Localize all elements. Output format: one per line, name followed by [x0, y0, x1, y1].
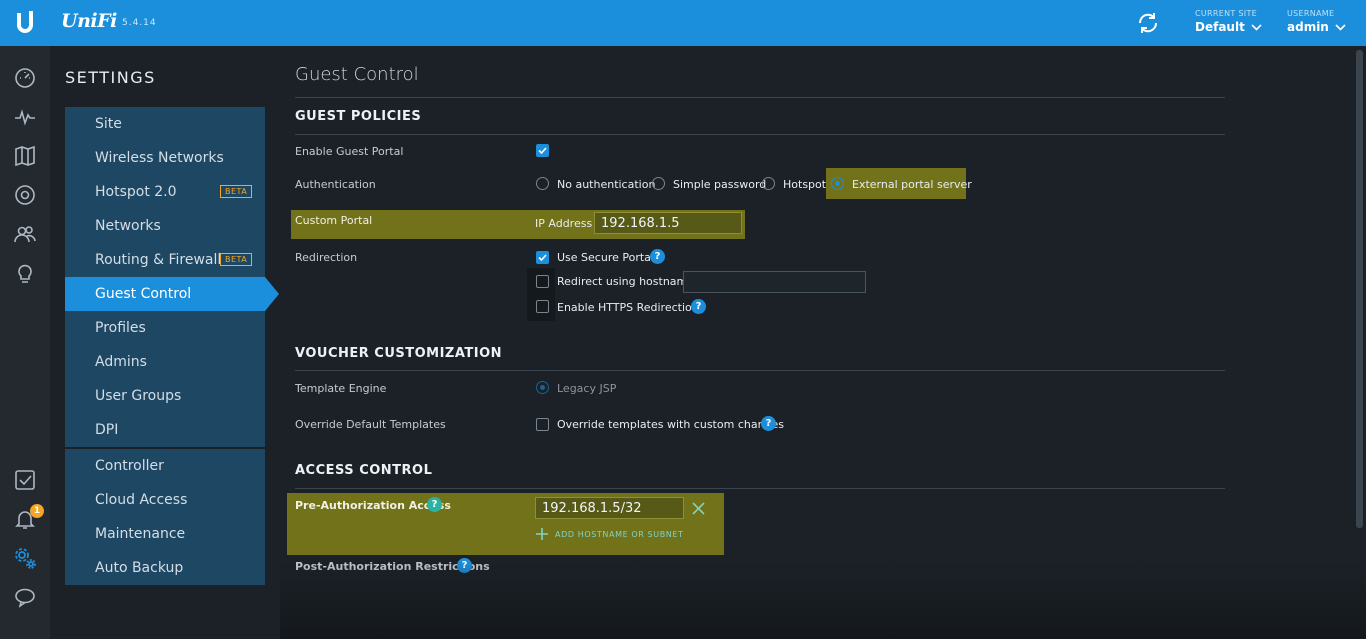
- checkmark-icon: [538, 254, 547, 262]
- legacy-jsp-label: Legacy JSP: [557, 382, 617, 395]
- clients-icon[interactable]: [13, 222, 37, 246]
- nav-item-guest-control[interactable]: Guest Control: [65, 277, 279, 311]
- https-redirection-checkbox[interactable]: [536, 300, 549, 313]
- https-redirection-label: Enable HTTPS Redirection: [557, 301, 699, 314]
- map-icon[interactable]: [13, 144, 37, 168]
- username-selector[interactable]: USERNAME admin: [1287, 9, 1346, 34]
- nav-item-networks[interactable]: Networks: [65, 209, 265, 243]
- plus-icon: [536, 528, 548, 540]
- refresh-icon[interactable]: [1136, 11, 1160, 35]
- nav-item-maintenance[interactable]: Maintenance: [65, 517, 265, 551]
- divider: [295, 370, 1225, 371]
- radio-legacy-jsp: [536, 381, 549, 394]
- ubiquiti-logo-icon[interactable]: [0, 0, 50, 46]
- settings-nav-group-1: Site Wireless Networks Hotspot 2.0 BETA N…: [65, 107, 279, 447]
- nav-item-controller[interactable]: Controller: [65, 449, 265, 483]
- remove-entry-icon[interactable]: [691, 501, 706, 516]
- help-icon[interactable]: ?: [457, 558, 472, 573]
- redirect-hostname-input[interactable]: [683, 271, 866, 293]
- dashboard-icon[interactable]: [13, 66, 37, 90]
- template-engine-label: Template Engine: [295, 382, 387, 395]
- nav-item-hotspot[interactable]: Hotspot 2.0 BETA: [65, 175, 265, 209]
- help-icon[interactable]: ?: [650, 249, 665, 264]
- use-secure-portal-label: Use Secure Portal: [557, 251, 654, 264]
- beta-badge: BETA: [220, 185, 253, 198]
- checkmark-icon: [538, 147, 547, 155]
- settings-icon[interactable]: [13, 546, 37, 570]
- radio-external-portal-server[interactable]: [831, 177, 844, 190]
- statistics-icon[interactable]: [13, 105, 37, 129]
- username-caption: USERNAME: [1287, 9, 1335, 18]
- help-icon[interactable]: ?: [427, 497, 442, 512]
- page-title: Guest Control: [295, 64, 419, 85]
- scrollbar[interactable]: [1356, 50, 1363, 528]
- override-templates-label: Override Default Templates: [295, 418, 446, 431]
- help-icon[interactable]: ?: [761, 416, 776, 431]
- pre-authorization-input[interactable]: 192.168.1.5/32: [535, 497, 684, 519]
- use-secure-portal-checkbox[interactable]: [536, 251, 549, 264]
- nav-item-admins[interactable]: Admins: [65, 345, 265, 379]
- insights-icon[interactable]: [13, 261, 37, 285]
- override-templates-checkbox[interactable]: [536, 418, 549, 431]
- hotspot-label: Hotspot: [783, 178, 827, 191]
- version-label: 5.4.14: [122, 18, 157, 28]
- nav-item-auto-backup[interactable]: Auto Backup: [65, 551, 265, 585]
- devices-icon[interactable]: [13, 183, 37, 207]
- simple-password-label: Simple password: [673, 178, 767, 191]
- custom-portal-label: Custom Portal: [295, 214, 373, 227]
- help-icon[interactable]: ?: [691, 299, 706, 314]
- nav-item-user-groups[interactable]: User Groups: [65, 379, 265, 413]
- external-portal-server-label: External portal server: [852, 178, 972, 191]
- nav-item-cloud-access[interactable]: Cloud Access: [65, 483, 265, 517]
- section-guest-policies: GUEST POLICIES: [295, 109, 422, 124]
- chevron-down-icon: [1251, 23, 1262, 31]
- radio-no-authentication[interactable]: [536, 177, 549, 190]
- chat-icon[interactable]: [13, 585, 37, 609]
- redirection-label: Redirection: [295, 251, 358, 264]
- brand-logo: UniFi: [61, 10, 117, 32]
- current-site-selector[interactable]: CURRENT SITE Default: [1195, 9, 1262, 34]
- alert-count-badge: 1: [30, 504, 44, 518]
- enable-guest-portal-label: Enable Guest Portal: [295, 145, 404, 158]
- divider: [295, 97, 1225, 98]
- add-hostname-subnet-link[interactable]: ADD HOSTNAME OR SUBNET: [535, 527, 684, 541]
- username-value: admin: [1287, 20, 1329, 34]
- left-rail: 1: [0, 46, 50, 639]
- top-bar: UniFi 5.4.14 CURRENT SITE Default USERNA…: [0, 0, 1366, 46]
- settings-nav-group-2: Controller Cloud Access Maintenance Auto…: [65, 449, 265, 585]
- nav-item-profiles[interactable]: Profiles: [65, 311, 265, 345]
- settings-title: SETTINGS: [65, 68, 156, 87]
- redirect-hostname-checkbox[interactable]: [536, 275, 549, 288]
- enable-guest-portal-checkbox[interactable]: [536, 144, 549, 157]
- divider: [295, 488, 1225, 489]
- nav-item-dpi[interactable]: DPI: [65, 413, 265, 447]
- section-voucher-customization: VOUCHER CUSTOMIZATION: [295, 346, 503, 361]
- redirect-hostname-label: Redirect using hostname: [557, 275, 695, 288]
- current-site-value: Default: [1195, 20, 1245, 34]
- nav-item-wireless-networks[interactable]: Wireless Networks: [65, 141, 265, 175]
- nav-item-routing-firewall[interactable]: Routing & Firewall BETA: [65, 243, 265, 277]
- tasks-icon[interactable]: [13, 468, 37, 492]
- override-templates-checkbox-label: Override templates with custom changes: [557, 418, 785, 431]
- beta-badge: BETA: [220, 253, 253, 266]
- section-access-control: ACCESS CONTROL: [295, 463, 433, 478]
- radio-hotspot[interactable]: [762, 177, 775, 190]
- radio-simple-password[interactable]: [652, 177, 665, 190]
- nav-item-site[interactable]: Site: [65, 107, 265, 141]
- ip-address-label: IP Address: [535, 217, 593, 230]
- authentication-label: Authentication: [295, 178, 376, 191]
- ip-address-input[interactable]: 192.168.1.5: [594, 212, 742, 234]
- no-authentication-label: No authentication: [557, 178, 656, 191]
- divider: [295, 134, 1225, 135]
- current-site-caption: CURRENT SITE: [1195, 9, 1258, 18]
- chevron-down-icon: [1335, 23, 1346, 31]
